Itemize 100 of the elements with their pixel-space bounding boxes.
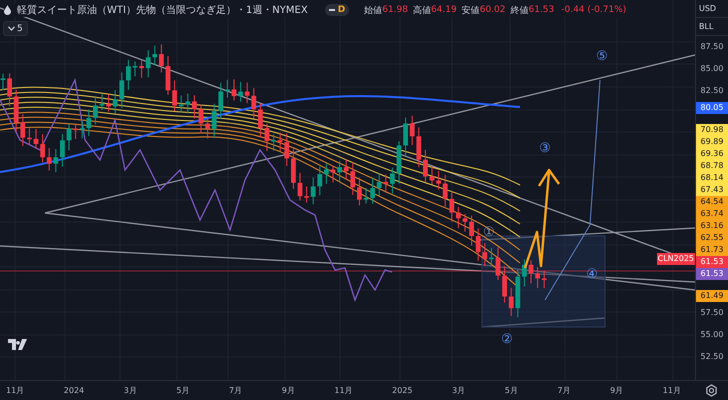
candlestick <box>126 59 131 90</box>
price-badge: 61.73 <box>696 244 728 256</box>
candlestick <box>462 214 468 232</box>
price-badge: 80.05 <box>696 102 728 114</box>
candlestick <box>436 170 441 190</box>
indicator-toggle[interactable]: 5 <box>3 21 28 36</box>
time-label: 9月 <box>282 385 295 396</box>
candlestick <box>73 122 78 140</box>
candlestick <box>337 160 342 183</box>
candlestick <box>60 133 65 168</box>
ohlc-value: 61.98 <box>382 5 408 15</box>
ohlc-label: 始値 <box>364 4 382 16</box>
candlestick <box>330 165 336 183</box>
price-label: 55.00 <box>700 329 724 341</box>
time-label: 11月 <box>662 385 681 396</box>
candlestick <box>542 270 547 289</box>
ohlc-value: 61.53 <box>528 5 554 15</box>
mode-label: D <box>338 5 346 15</box>
candlestick <box>106 94 111 112</box>
candlestick <box>100 94 104 111</box>
price-badge: 70.98 <box>696 124 728 136</box>
price-badge: 63.74 <box>696 208 728 220</box>
price-badge: 62.55 <box>696 232 728 244</box>
candlestick <box>396 140 402 184</box>
price-badge: 67.43 <box>696 184 728 196</box>
currency-label[interactable]: USD <box>696 0 728 18</box>
candlestick <box>159 44 164 73</box>
ohlc-label: 高値 <box>412 4 431 16</box>
candlestick <box>324 163 329 184</box>
candlestick <box>93 96 98 125</box>
time-label: 2025 <box>392 386 413 395</box>
price-tag: CLN2025 <box>656 253 695 265</box>
candlestick <box>172 80 177 112</box>
price-badge: 61.53 <box>696 268 728 280</box>
candlestick <box>370 178 375 204</box>
candlestick <box>225 79 230 98</box>
time-label: 11月 <box>334 385 353 396</box>
candlestick <box>66 123 72 151</box>
dash-icon <box>328 9 335 11</box>
candlestick <box>166 56 170 96</box>
candlestick <box>258 102 263 138</box>
price-badge: 69.89 <box>696 136 728 148</box>
candlestick <box>535 266 540 288</box>
candlestick <box>40 134 45 163</box>
candlestick <box>271 134 276 152</box>
candlestick <box>132 61 138 77</box>
time-label: 5月 <box>176 385 190 396</box>
candlestick <box>27 128 32 146</box>
price-badge: 64.54 <box>696 196 728 208</box>
candlestick <box>403 117 408 156</box>
candlestick <box>298 172 302 201</box>
candlestick <box>390 167 395 194</box>
time-label: 7月 <box>229 385 242 396</box>
candlestick <box>139 60 144 78</box>
candlestick <box>502 266 507 304</box>
candlestick <box>522 258 527 287</box>
mode-badge[interactable]: D <box>324 4 350 16</box>
candlestick <box>205 118 210 139</box>
candlestick <box>238 81 243 102</box>
candlestick <box>496 247 500 280</box>
time-label: 5月 <box>504 385 518 396</box>
settings-icon[interactable] <box>705 384 718 397</box>
price-badge: 68.14 <box>696 172 728 184</box>
ohlc-value: 64.19 <box>430 5 457 15</box>
price-badge: 69.36 <box>696 148 728 160</box>
wave-label: ① <box>482 226 496 240</box>
price-badge: 63.16 <box>696 220 728 232</box>
candlestick <box>423 149 428 183</box>
candlestick <box>469 215 474 246</box>
time-label: 9月 <box>610 385 624 396</box>
wave-label: ② <box>500 333 514 347</box>
chevron-down-icon <box>8 26 15 31</box>
candlestick <box>489 247 494 265</box>
candlestick <box>364 187 368 204</box>
candlestick <box>34 128 38 150</box>
chart-title: 軽質スイート原油（WTI）先物（当限つなぎ足）・1週・NYMEX <box>17 4 308 17</box>
candlestick <box>198 104 204 134</box>
candlestick <box>7 72 12 107</box>
candlestick <box>291 148 296 190</box>
candlestick <box>0 73 6 90</box>
droplet-icon <box>4 5 11 15</box>
logo-icon[interactable] <box>8 339 28 350</box>
candlestick <box>456 206 461 229</box>
wave-label: ④ <box>585 268 599 282</box>
time-label: 7月 <box>557 385 571 396</box>
price-label: 82.50 <box>700 85 724 97</box>
candlestick <box>192 94 197 120</box>
currency-label[interactable]: BLL <box>696 18 728 36</box>
candlestick <box>304 186 309 204</box>
ohlc-label: 終値 <box>510 4 528 16</box>
price-badge: 68.78 <box>696 160 728 172</box>
time-label: 2024 <box>64 386 84 395</box>
candlestick <box>357 177 362 206</box>
ohlc-value: 60.02 <box>480 5 506 15</box>
candlestick <box>264 123 270 152</box>
price-label: 87.50 <box>700 41 724 53</box>
wave-label: ③ <box>538 142 552 156</box>
price-label: 85.00 <box>700 63 724 75</box>
candlestick <box>232 78 236 101</box>
wave-label: ⑤ <box>595 50 609 64</box>
